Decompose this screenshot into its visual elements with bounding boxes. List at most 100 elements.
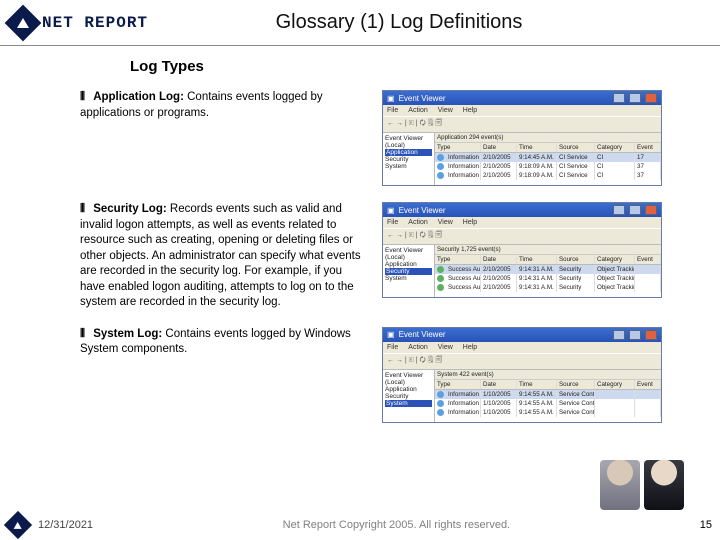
- app-icon: ▣: [387, 206, 395, 215]
- menu-item: Action: [408, 344, 427, 351]
- grid-header: Type Date Time Source Category Event: [435, 143, 661, 153]
- menu-item: Help: [463, 107, 477, 114]
- brand-text: NET REPORT: [42, 14, 148, 32]
- grid-row: Success Audit2/10/20059:14:31 A.M.Securi…: [435, 265, 661, 274]
- tree-item: Application: [385, 386, 432, 393]
- maximize-icon: [629, 205, 641, 215]
- window-title: Event Viewer: [399, 94, 446, 103]
- grid-header: Type Date Time Source Category Event: [435, 255, 661, 265]
- menu-item: View: [438, 344, 453, 351]
- footer-logo-icon: [4, 511, 32, 539]
- close-icon: [645, 330, 657, 340]
- tree-root: Event Viewer (Local): [385, 135, 432, 149]
- log-section-security: ⦀ Security Log: Records events such as v…: [80, 202, 700, 311]
- tree-root: Event Viewer (Local): [385, 372, 432, 386]
- footer-date: 12/31/2021: [38, 519, 93, 531]
- tree-pane: Event Viewer (Local) Application Securit…: [383, 133, 435, 185]
- tree-pane: Event Viewer (Local) Application Securit…: [383, 245, 435, 297]
- grid-summary: Application 294 event(s): [435, 133, 661, 143]
- tree-item: Security: [385, 393, 432, 400]
- log-label: System Log:: [93, 328, 162, 340]
- grid-summary: System 422 event(s): [435, 370, 661, 380]
- content: ⦀ Application Log: Contains events logge…: [80, 90, 700, 480]
- bullet-icon: ⦀: [80, 327, 90, 343]
- menu-item: View: [438, 107, 453, 114]
- footer: 12/31/2021 Net Report Copyright 2005. Al…: [0, 510, 720, 540]
- window-title: Event Viewer: [399, 206, 446, 215]
- toolbar: ← → | 🗉 | 🗘 🗒 🗐: [383, 228, 661, 245]
- menu-item: File: [387, 344, 398, 351]
- grid-row: Information1/10/20059:14:55 A.M.Service …: [435, 399, 661, 408]
- tree-item: System: [385, 400, 432, 407]
- grid-row: Information2/10/20059:18:09 A.M.CI Servi…: [435, 171, 661, 180]
- menu-item: View: [438, 219, 453, 226]
- tree-root: Event Viewer (Local): [385, 247, 432, 261]
- tree-item: System: [385, 275, 432, 282]
- toolbar: ← → | 🗉 | 🗘 🗒 🗐: [383, 116, 661, 133]
- menu-bar: File Action View Help: [383, 105, 661, 116]
- menu-item: Help: [463, 219, 477, 226]
- grid-row: Information1/10/20059:14:55 A.M.Service …: [435, 390, 661, 399]
- log-text: ⦀ System Log: Contains events logged by …: [80, 327, 370, 358]
- tree-item: Application: [385, 261, 432, 268]
- app-icon: ▣: [387, 330, 395, 339]
- log-text: ⦀ Security Log: Records events such as v…: [80, 202, 370, 311]
- event-viewer-screenshot: ▣ Event Viewer File Action View Help ← →…: [382, 90, 662, 186]
- event-grid: System 422 event(s) Type Date Time Sourc…: [435, 370, 661, 422]
- menu-item: File: [387, 107, 398, 114]
- grid-header: Type Date Time Source Category Event: [435, 380, 661, 390]
- minimize-icon: [613, 205, 625, 215]
- window-titlebar: ▣ Event Viewer: [383, 91, 661, 105]
- log-label: Application Log:: [93, 91, 184, 103]
- tree-item: Security: [385, 156, 432, 163]
- grid-row: Information2/10/20059:18:09 A.M.CI Servi…: [435, 162, 661, 171]
- event-grid: Application 294 event(s) Type Date Time …: [435, 133, 661, 185]
- people-image: [600, 460, 696, 510]
- log-text: ⦀ Application Log: Contains events logge…: [80, 90, 370, 121]
- close-icon: [645, 93, 657, 103]
- minimize-icon: [613, 330, 625, 340]
- grid-row: Success Audit2/10/20059:14:31 A.M.Securi…: [435, 283, 661, 292]
- minimize-icon: [613, 93, 625, 103]
- tree-item: Application: [385, 149, 432, 156]
- log-section-system: ⦀ System Log: Contains events logged by …: [80, 327, 700, 423]
- logo-icon: [5, 4, 42, 41]
- app-icon: ▣: [387, 94, 395, 103]
- section-subtitle: Log Types: [130, 58, 204, 75]
- bullet-icon: ⦀: [80, 90, 90, 106]
- event-grid: Security 1,725 event(s) Type Date Time S…: [435, 245, 661, 297]
- window-titlebar: ▣ Event Viewer: [383, 203, 661, 217]
- log-section-application: ⦀ Application Log: Contains events logge…: [80, 90, 700, 186]
- grid-row: Information2/10/20059:14:45 A.M.CI Servi…: [435, 153, 661, 162]
- tree-pane: Event Viewer (Local) Application Securit…: [383, 370, 435, 422]
- footer-copyright: Net Report Copyright 2005. All rights re…: [93, 519, 700, 531]
- event-viewer-screenshot: ▣ Event Viewer File Action View Help ← →…: [382, 202, 662, 298]
- window-titlebar: ▣ Event Viewer: [383, 328, 661, 342]
- event-viewer-screenshot: ▣ Event Viewer File Action View Help ← →…: [382, 327, 662, 423]
- close-icon: [645, 205, 657, 215]
- maximize-icon: [629, 330, 641, 340]
- menu-bar: File Action View Help: [383, 217, 661, 228]
- log-body: Records events such as valid and invalid…: [80, 203, 361, 308]
- toolbar: ← → | 🗉 | 🗘 🗒 🗐: [383, 353, 661, 370]
- maximize-icon: [629, 93, 641, 103]
- tree-item: Security: [385, 268, 432, 275]
- grid-summary: Security 1,725 event(s): [435, 245, 661, 255]
- menu-item: Action: [408, 107, 427, 114]
- person-icon: [644, 460, 684, 510]
- menu-item: Action: [408, 219, 427, 226]
- tree-item: System: [385, 163, 432, 170]
- window-title: Event Viewer: [399, 330, 446, 339]
- brand-logo: NET REPORT: [10, 10, 148, 36]
- bullet-icon: ⦀: [80, 202, 90, 218]
- grid-row: Success Audit2/10/20059:14:31 A.M.Securi…: [435, 274, 661, 283]
- person-icon: [600, 460, 640, 510]
- grid-row: Information1/10/20059:14:55 A.M.Service …: [435, 408, 661, 417]
- menu-bar: File Action View Help: [383, 342, 661, 353]
- log-label: Security Log:: [93, 203, 166, 215]
- menu-item: File: [387, 219, 398, 226]
- header: NET REPORT Glossary (1) Log Definitions: [0, 0, 720, 46]
- page-title: Glossary (1) Log Definitions: [148, 11, 710, 34]
- menu-item: Help: [463, 344, 477, 351]
- page-number: 15: [700, 519, 712, 531]
